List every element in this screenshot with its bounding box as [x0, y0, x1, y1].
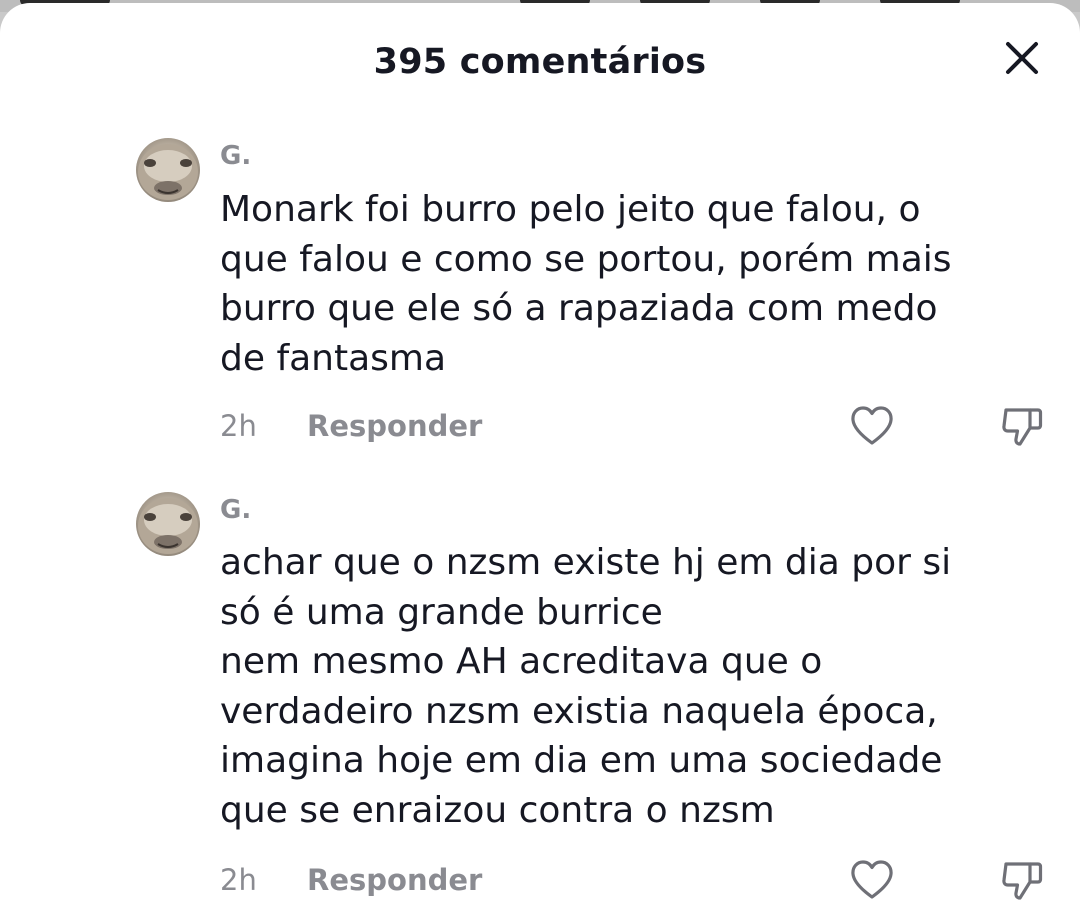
dislike-button[interactable]	[998, 402, 1046, 450]
comments-count-title: 395 comentários	[373, 42, 707, 82]
avatar[interactable]	[136, 138, 200, 202]
comment-author[interactable]: G.	[220, 140, 251, 172]
close-icon	[1006, 42, 1038, 74]
heart-outline-icon	[851, 406, 893, 445]
comment-author[interactable]: G.	[220, 494, 251, 526]
comment-time: 2h	[220, 863, 257, 897]
comment-text: Monark foi burro pelo jeito que falou, o…	[220, 189, 952, 379]
comment-meta: 2h Responder	[220, 862, 482, 898]
avatar-image	[138, 498, 198, 554]
like-button[interactable]	[848, 402, 896, 450]
thumbs-down-icon	[1002, 862, 1043, 900]
thumbs-down-icon	[1002, 408, 1043, 446]
dislike-button[interactable]	[998, 856, 1046, 904]
heart-outline-icon	[851, 860, 893, 899]
like-button[interactable]	[848, 856, 896, 904]
comment-text: achar que o nzsm existe hj em dia por si…	[220, 542, 952, 831]
comment-meta: 2h Responder	[220, 408, 482, 444]
avatar-image	[138, 144, 198, 200]
reply-button[interactable]: Responder	[307, 408, 482, 444]
comment-time: 2h	[220, 409, 257, 443]
close-button[interactable]	[998, 37, 1046, 81]
avatar[interactable]	[136, 492, 200, 556]
comments-sheet: 395 comentários G. Monark foi burro pelo…	[0, 3, 1080, 920]
reply-button[interactable]: Responder	[307, 862, 482, 898]
